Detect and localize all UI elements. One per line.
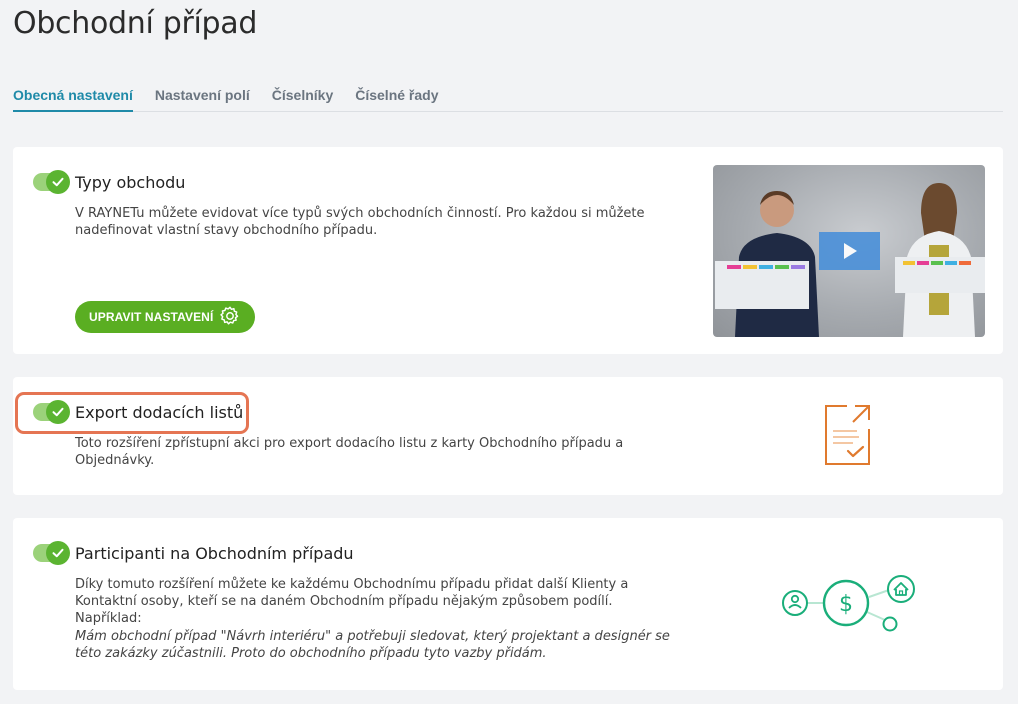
tab-general-settings[interactable]: Obecná nastavení [13, 78, 133, 112]
check-icon [46, 170, 70, 194]
check-icon [46, 541, 70, 565]
tab-bar: Obecná nastavení Nastavení polí Číselník… [13, 78, 1003, 112]
participants-network-icon: $ [779, 572, 919, 632]
participants-toggle[interactable] [33, 541, 70, 565]
deal-types-title: Typy obchodu [75, 173, 186, 192]
edit-settings-button[interactable]: UPRAVIT NASTAVENÍ [75, 301, 256, 333]
participants-example: Mám obchodní případ "Návrh interiéru" a … [75, 629, 670, 661]
participants-card: Participanti na Obchodním případu Díky t… [13, 518, 1003, 690]
gear-icon [219, 305, 241, 330]
participants-description: Díky tomuto rozšíření můžete ke každému … [75, 577, 629, 626]
svg-text:$: $ [839, 592, 853, 617]
deal-types-card: Typy obchodu V RAYNETu můžete evidovat v… [13, 147, 1003, 354]
participants-title: Participanti na Obchodním případu [75, 544, 354, 563]
play-button[interactable] [819, 232, 880, 270]
tab-field-settings[interactable]: Nastavení polí [155, 78, 250, 112]
document-export-icon [823, 403, 873, 467]
tab-codebooks[interactable]: Číselníky [272, 78, 333, 112]
delivery-notes-description: Toto rozšíření zpřístupní akci pro expor… [75, 436, 624, 468]
deal-types-description: V RAYNETu můžete evidovat více typů svýc… [75, 206, 645, 238]
tab-number-series[interactable]: Číselné řady [355, 78, 438, 112]
play-icon [843, 243, 857, 259]
video-thumbnail[interactable] [713, 165, 985, 337]
page-title: Obchodní případ [13, 6, 258, 41]
highlight-frame [15, 392, 249, 434]
deal-types-toggle[interactable] [33, 170, 70, 194]
edit-settings-label: UPRAVIT NASTAVENÍ [89, 310, 214, 324]
